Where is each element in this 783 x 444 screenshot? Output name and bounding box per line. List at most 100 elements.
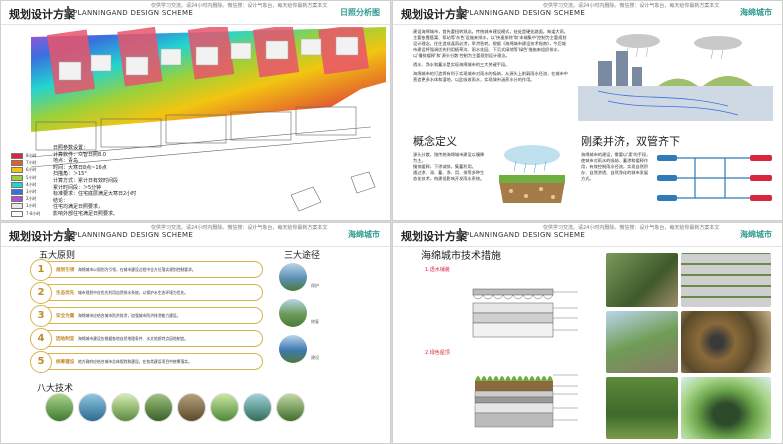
slide-subtitle: PLANNINGAND DESIGN SCHEME xyxy=(465,9,586,17)
principle-number: 5 xyxy=(30,351,52,373)
legend-label: 2小时 xyxy=(26,196,37,202)
principle-item: 3 安全为重 海绵城市应结合城市防洪排涝，加强城市防洪排涝能力建设。 xyxy=(30,305,263,327)
green-roof-section xyxy=(474,374,578,428)
concept-title: 概念定义 xyxy=(413,135,457,148)
legend-swatch xyxy=(11,196,23,203)
legend-item: 7-8小时 xyxy=(11,210,51,217)
slide-header: 规划设计方案 PLANNINGAND DESIGN SCHEME 仅供学习交流。… xyxy=(1,1,390,25)
principle-number: 4 xyxy=(30,328,52,350)
sunlight-params: 日照参数设置： 计算软件：众智日照8.0 地点：青岛 时间：大寒日8点~16点 扫描角：… xyxy=(53,145,193,218)
sponge-soil-illustration xyxy=(499,145,565,203)
legend-label: 4小时 xyxy=(26,181,37,187)
concept-text: 源头分散，指传统海绵城市建设以慢降为主。 xyxy=(413,152,485,163)
legend-swatch xyxy=(11,181,23,188)
legend-label: 6小时 xyxy=(26,167,37,173)
param-line: 影响外部住宅满足日照要求。 xyxy=(53,210,119,217)
slide-tag: 海绵城市 xyxy=(740,8,772,17)
stormwater-flow-diagram xyxy=(657,155,772,201)
measure-photo xyxy=(606,311,678,373)
param-line: 地点：青岛 xyxy=(53,158,79,165)
principle-text: 海绵城市以规划为引领，在城市建设过程中全方位落实规划控制要求。 xyxy=(78,267,196,272)
tech-title: 八大技术 xyxy=(37,384,74,394)
path-label: 建设 xyxy=(311,355,319,360)
intro-text: 建设海绵城市，首先要扭转观念。传统城市建设模式，处处是硬化路面。每逢大雨，主要依… xyxy=(413,29,568,83)
principle-number: 2 xyxy=(30,282,52,304)
measures-heading: 海绵城市技术措施 xyxy=(421,251,501,262)
title-divider xyxy=(459,228,461,241)
title-divider xyxy=(67,228,69,241)
principle-number: 3 xyxy=(30,305,52,327)
tech-photo xyxy=(144,393,173,422)
param-line: 日照参数设置： xyxy=(53,145,89,151)
section-green-roof: 2.绿色屋顶 xyxy=(425,350,450,356)
legend-swatch xyxy=(11,203,23,210)
legend-swatch xyxy=(11,174,23,181)
principle-text: 海绵城市应结合城市防洪排涝，加强城市防洪排涝能力建设。 xyxy=(78,313,181,318)
tech-photo xyxy=(45,393,74,422)
principle-name: 安全为重 xyxy=(56,314,75,319)
intro-paragraph: 海绵城市的打造将有利于实现城市对雨水的吸纳，从源头上削弱雨水径流，在城市中营造更… xyxy=(413,71,568,82)
title-divider xyxy=(67,6,69,19)
tech-photo xyxy=(78,393,107,422)
principle-text: 城市规划中应优先利用自然排水系统，以保护水生态环境为优先。 xyxy=(78,290,189,295)
slide-sponge-concept[interactable]: 规划设计方案 PLANNINGAND DESIGN SCHEME 仅供学习交流。… xyxy=(392,0,783,221)
permeable-paving-section xyxy=(472,288,578,338)
concept-text: 通过渗、滞、蓄、净、用、排等多种生态化技术，构建低影响开发雨水系统。 xyxy=(413,170,485,181)
param-line: 计算方式：累计日有效时间段 xyxy=(53,177,119,184)
legend-item: 2小时 xyxy=(11,196,51,203)
principle-name: 生态优先 xyxy=(56,291,75,296)
intro-paragraph: 透水、净水和蓄水是实现海绵城市的三大关键手段。 xyxy=(413,62,510,67)
legend-label: 3小时 xyxy=(26,189,37,194)
slide-title: 规划设计方案 xyxy=(401,8,467,21)
slide-note: 仅供学习交流。请24小时内删除。微信搜：设计气象台，每天给你最新方案本文 xyxy=(151,3,328,9)
slide-title: 规划设计方案 xyxy=(9,230,75,243)
concept-section: 概念定义 源头分散，指传统海绵城市建设以慢降为主。 慢排缓释，下渗减排，集蓄利用… xyxy=(413,133,488,182)
tech-photo xyxy=(111,393,140,422)
principle-item: 1 规划引领 海绵城市以规划为引领，在城市建设过程中全方位落实规划控制要求。 xyxy=(30,259,263,281)
principle-item: 5 统筹建设 地方政府应结合城市总体规划和建设，在各类建设项目中统筹落实。 xyxy=(30,351,263,373)
legend-label: 7-8小时 xyxy=(26,210,41,216)
legend-label: 1小时 xyxy=(26,203,37,209)
legend-swatch xyxy=(11,153,23,159)
title-divider xyxy=(459,6,461,19)
section-permeable-paving: 1.透水铺装 xyxy=(425,267,450,273)
legend-item: 4小时 xyxy=(11,181,51,188)
slide-tag: 日照分析图 xyxy=(340,8,380,17)
slide-principles[interactable]: 规划设计方案 PLANNINGAND DESIGN SCHEME 仅供学习交流。… xyxy=(0,222,391,444)
principle-number: 1 xyxy=(30,259,52,281)
path-photo xyxy=(279,299,307,327)
legend-item: 5小时 xyxy=(11,174,51,181)
slide-subtitle: PLANNINGAND DESIGN SCHEME xyxy=(465,231,586,239)
principle-text: 海绵城市建设应根据各地自然地理条件、水文地质特点因地制宜。 xyxy=(78,336,189,341)
principle-name: 统筹建设 xyxy=(56,360,75,365)
paths-title: 三大途径 xyxy=(284,251,321,261)
legend-item: 6小时 xyxy=(11,167,51,174)
param-line: 扫描角：＞15° xyxy=(53,171,87,178)
legend-item: 8小时 xyxy=(11,153,51,159)
legend-item: 3小时 xyxy=(11,189,51,195)
path-photo xyxy=(279,263,307,291)
param-line: 住宅均满足日照要求， xyxy=(53,204,104,211)
legend-item: 1小时 xyxy=(11,203,51,210)
tech-photo xyxy=(243,393,272,422)
principle-name: 因地制宜 xyxy=(56,337,75,342)
slide-title: 规划设计方案 xyxy=(401,230,467,243)
tech-photo xyxy=(177,393,206,422)
hydrology-diagram xyxy=(578,34,773,121)
slide-tag: 海绵城市 xyxy=(740,230,772,239)
legend-label: 5小时 xyxy=(26,174,37,180)
path-label: 保护 xyxy=(311,283,319,288)
slide-title: 规划设计方案 xyxy=(9,8,75,21)
slide-subtitle: PLANNINGAND DESIGN SCHEME xyxy=(73,9,194,17)
slide-sunlight-analysis[interactable]: 规划设计方案 PLANNINGAND DESIGN SCHEME 仅供学习交流。… xyxy=(0,0,391,221)
slide-tag: 海绵城市 xyxy=(348,230,380,239)
slide-tech-measures[interactable]: 规划设计方案 PLANNINGAND DESIGN SCHEME 仅供学习交流。… xyxy=(392,222,783,444)
intro-paragraph: 建设海绵城市，首先要扭转观念。传统城市建设模式，处处是硬化路面。每逢大雨，主要依… xyxy=(413,29,568,58)
tech-photo xyxy=(276,393,305,422)
legend-swatch xyxy=(11,189,23,195)
measure-photo xyxy=(606,377,678,439)
slide-note: 仅供学习交流。请24小时内删除。微信搜：设计气象台，每天给你最新方案本文 xyxy=(543,3,720,9)
path-photo xyxy=(279,335,307,363)
param-line: 标准要求：住宅底层满足大寒日2小时 xyxy=(53,191,137,198)
slide-header: 规划设计方案 PLANNINGAND DESIGN SCHEME 仅供学习交流。… xyxy=(1,223,390,247)
